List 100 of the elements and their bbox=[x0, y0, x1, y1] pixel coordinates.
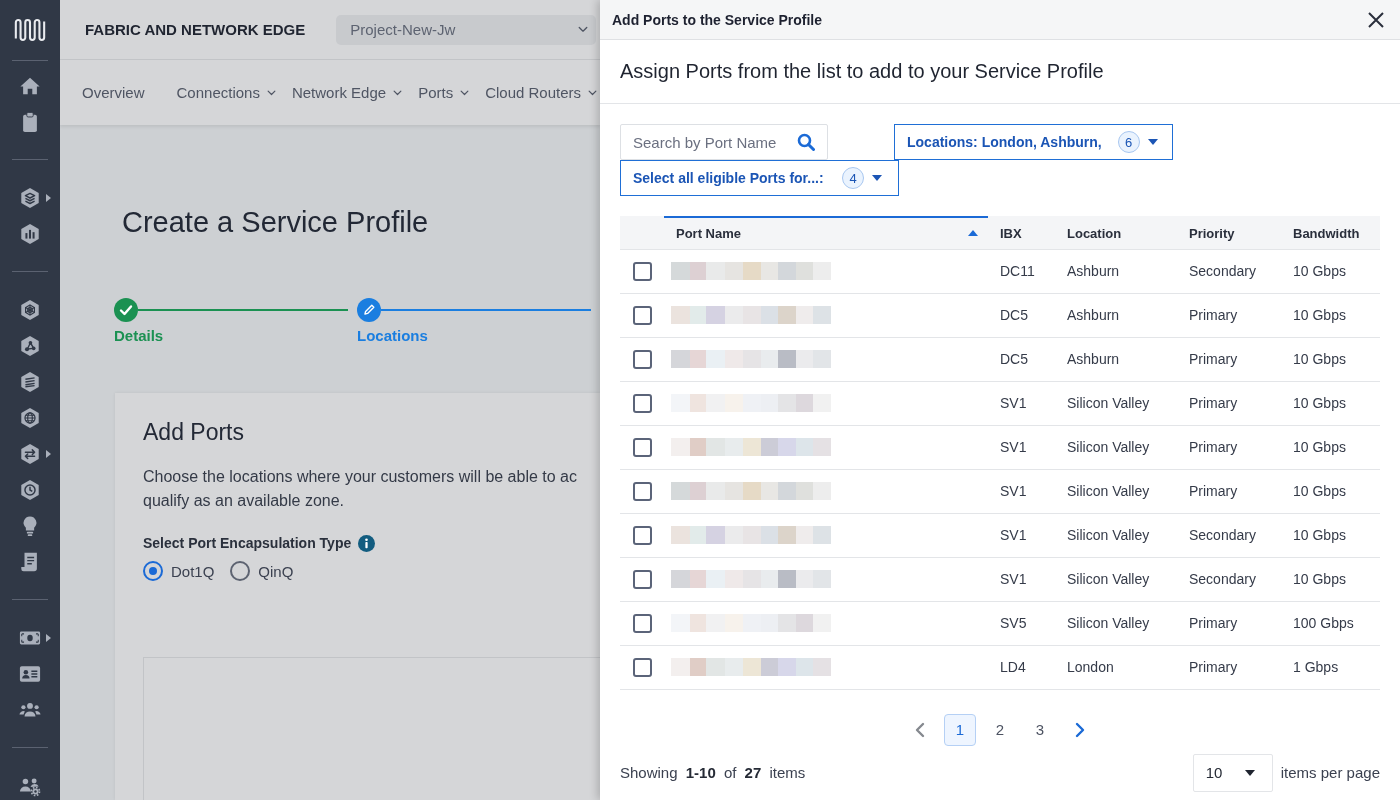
layers-icon[interactable] bbox=[19, 187, 41, 209]
caret-down-icon bbox=[872, 175, 882, 181]
project-select[interactable]: Project-New-Jw bbox=[336, 14, 597, 45]
chevron-right-icon bbox=[1075, 721, 1085, 738]
table-cell: 10 Gbps bbox=[1281, 293, 1380, 337]
table-cell: Primary bbox=[1177, 425, 1281, 469]
stack-icon[interactable] bbox=[19, 371, 41, 393]
chevron-down-icon bbox=[578, 26, 589, 33]
arrows-icon[interactable] bbox=[19, 443, 41, 465]
caret-down-icon bbox=[1244, 769, 1255, 776]
radio-label[interactable]: Dot1Q bbox=[171, 562, 215, 580]
table-cell: Ashburn bbox=[1055, 293, 1177, 337]
bar-chart-icon[interactable] bbox=[19, 223, 41, 245]
count-badge: 6 bbox=[1117, 131, 1140, 153]
nodes-icon[interactable] bbox=[19, 335, 41, 357]
caret-up-icon bbox=[968, 230, 978, 237]
network-icon[interactable] bbox=[19, 299, 41, 321]
table-cell: Secondary bbox=[1177, 513, 1281, 557]
logo-icon[interactable] bbox=[13, 18, 47, 42]
table-cell: 10 Gbps bbox=[1281, 469, 1380, 513]
caret-down-icon bbox=[1147, 139, 1158, 145]
checkbox[interactable] bbox=[633, 349, 652, 369]
checkbox[interactable] bbox=[633, 657, 652, 677]
page-button[interactable]: 2 bbox=[984, 713, 1016, 746]
table-cell: Ashburn bbox=[1055, 249, 1177, 293]
filter-dropdown[interactable]: Select all eligible Ports for...: 4 bbox=[620, 160, 899, 196]
checkbox[interactable] bbox=[633, 613, 652, 633]
table-cell: SV1 bbox=[988, 425, 1055, 469]
table-cell: SV1 bbox=[988, 557, 1055, 601]
search-icon[interactable] bbox=[797, 133, 815, 151]
radio-button[interactable] bbox=[230, 561, 251, 581]
description-text: Choose the locations where your customers will be able to ac qualify as an available zone. bbox=[143, 467, 577, 511]
page-button[interactable]: 1 bbox=[944, 713, 976, 746]
chevron-left-icon bbox=[915, 721, 925, 738]
table-cell: Silicon Valley bbox=[1055, 513, 1177, 557]
results-summary: Showing 1-10 of 27 items bbox=[620, 764, 806, 781]
page-title: Create a Service Profile bbox=[122, 205, 429, 240]
info-icon[interactable] bbox=[358, 534, 376, 552]
table-cell: Secondary bbox=[1177, 249, 1281, 293]
table-cell: 10 Gbps bbox=[1281, 425, 1380, 469]
column-header[interactable]: Port Name bbox=[664, 217, 988, 249]
home-icon[interactable] bbox=[19, 75, 41, 97]
checkbox[interactable] bbox=[633, 481, 652, 501]
radio-button[interactable] bbox=[143, 561, 163, 581]
table-cell: SV1 bbox=[988, 513, 1055, 557]
dialog-title: Add Ports to the Service Profile bbox=[612, 11, 823, 28]
search-field[interactable]: Search by Port Name bbox=[620, 124, 828, 160]
table-cell: Silicon Valley bbox=[1055, 557, 1177, 601]
table-cell: 10 Gbps bbox=[1281, 557, 1380, 601]
filter-dropdown[interactable]: Locations: London, Ashburn, 6 bbox=[894, 124, 1173, 160]
radio-label[interactable]: QinQ bbox=[258, 562, 294, 580]
globe-icon[interactable] bbox=[19, 407, 41, 429]
close-button[interactable] bbox=[1368, 11, 1384, 28]
table-cell: Primary bbox=[1177, 645, 1281, 689]
table-cell: 100 Gbps bbox=[1281, 601, 1380, 645]
page-button[interactable]: 3 bbox=[1024, 713, 1056, 746]
nav-menu-item[interactable]: Overview bbox=[82, 84, 145, 101]
table-cell: SV5 bbox=[988, 601, 1055, 645]
table-cell: 10 Gbps bbox=[1281, 249, 1380, 293]
count-badge: 4 bbox=[842, 167, 864, 189]
column-header[interactable]: Priority bbox=[1177, 217, 1281, 249]
per-page-select[interactable]: 10 bbox=[1192, 753, 1273, 792]
table-cell: Primary bbox=[1177, 293, 1281, 337]
table-cell: DC5 bbox=[988, 337, 1055, 381]
nav-menu-item[interactable]: Network Edge bbox=[291, 84, 403, 101]
column-header[interactable]: Location bbox=[1055, 217, 1177, 249]
table-cell: DC11 bbox=[988, 249, 1055, 293]
table-cell: Primary bbox=[1177, 601, 1281, 645]
checkbox[interactable] bbox=[633, 569, 652, 589]
table-cell: Primary bbox=[1177, 381, 1281, 425]
table-cell: Silicon Valley bbox=[1055, 469, 1177, 513]
table-cell: 10 Gbps bbox=[1281, 513, 1380, 557]
table-cell: London bbox=[1055, 645, 1177, 689]
table-cell: Silicon Valley bbox=[1055, 601, 1177, 645]
column-header[interactable]: IBX bbox=[988, 217, 1055, 249]
checkbox[interactable] bbox=[633, 305, 652, 325]
nav-menu-item[interactable]: Cloud Routers bbox=[485, 84, 598, 101]
table-cell: Ashburn bbox=[1055, 337, 1177, 381]
close-icon bbox=[1368, 11, 1384, 28]
field-label: Select Port Encapsulation Type bbox=[143, 535, 352, 551]
clock-icon[interactable] bbox=[19, 479, 41, 501]
per-page-label: items per page bbox=[1280, 764, 1380, 781]
column-header[interactable]: Bandwidth bbox=[1281, 217, 1380, 249]
id-card-icon[interactable] bbox=[19, 663, 41, 685]
table-cell: Primary bbox=[1177, 469, 1281, 513]
table-cell: SV1 bbox=[988, 469, 1055, 513]
nav-menu-item[interactable]: Connections bbox=[176, 84, 276, 101]
section-title: Add Ports bbox=[143, 418, 244, 446]
table-cell: 10 Gbps bbox=[1281, 381, 1380, 425]
table-cell: Silicon Valley bbox=[1055, 425, 1177, 469]
table-cell: Silicon Valley bbox=[1055, 381, 1177, 425]
checkbox[interactable] bbox=[633, 393, 652, 413]
table-cell: Primary bbox=[1177, 337, 1281, 381]
dialog-subtitle: Assign Ports from the list to add to your Service Profile bbox=[620, 60, 1104, 83]
checkbox[interactable] bbox=[633, 261, 652, 281]
checkbox[interactable] bbox=[633, 525, 652, 545]
nav-menu-item[interactable]: Ports bbox=[418, 84, 470, 101]
table-cell: SV1 bbox=[988, 381, 1055, 425]
checkbox[interactable] bbox=[633, 437, 652, 457]
table-cell: 1 Gbps bbox=[1281, 645, 1380, 689]
